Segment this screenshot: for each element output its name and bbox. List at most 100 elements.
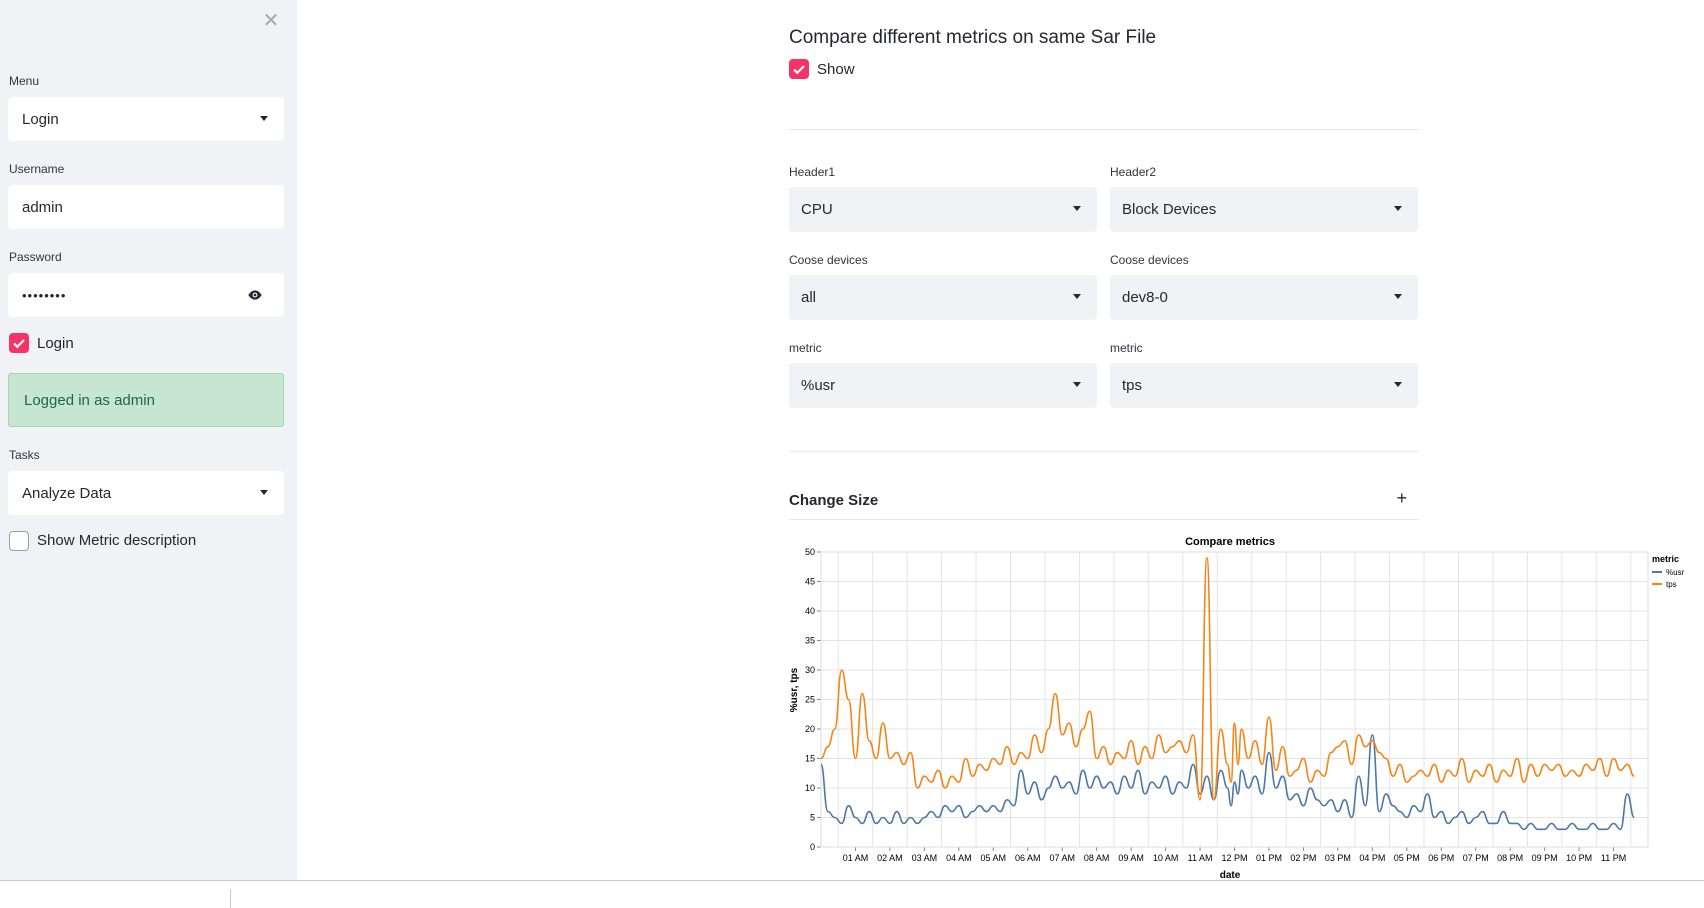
x-tick-label: 01 PM bbox=[1256, 853, 1282, 863]
y-tick-label: 35 bbox=[805, 636, 815, 646]
close-sidebar-icon[interactable]: ✕ bbox=[262, 11, 280, 31]
x-tick-label: 02 PM bbox=[1290, 853, 1316, 863]
x-tick-label: 07 AM bbox=[1049, 853, 1075, 863]
password-field[interactable]: •••••••• bbox=[8, 273, 284, 317]
menu-select-value: Login bbox=[22, 110, 59, 128]
login-checkbox-label: Login bbox=[37, 335, 74, 352]
y-tick-label: 25 bbox=[805, 695, 815, 705]
chart-axes: 0 5 10 15 20 25 30 35 40 45 50 01 AM 02 AM 03 AM 04 AM… bbox=[805, 547, 1649, 863]
username-field[interactable]: admin bbox=[8, 185, 284, 229]
sidebar: ✕ Menu Login Username admin Password •••… bbox=[0, 0, 297, 880]
legend-label: %usr bbox=[1666, 568, 1685, 577]
x-tick-label: 02 AM bbox=[877, 853, 903, 863]
x-tick-label: 09 PM bbox=[1532, 853, 1558, 863]
header2-label: Header2 bbox=[1110, 165, 1157, 179]
x-tick-label: 11 PM bbox=[1601, 853, 1626, 863]
legend-title: metric bbox=[1652, 554, 1679, 564]
chart-legend: metric %usr tps bbox=[1652, 554, 1685, 589]
tasks-select-value: Analyze Data bbox=[22, 484, 112, 502]
x-axis-title: date bbox=[1220, 870, 1241, 880]
x-tick-label: 10 PM bbox=[1566, 853, 1592, 863]
chevron-down-icon bbox=[1394, 382, 1402, 387]
x-tick-label: 04 AM bbox=[946, 853, 972, 863]
devices1-label: Coose devices bbox=[789, 253, 868, 267]
menu-label: Menu bbox=[9, 74, 40, 88]
metric1-value: %usr bbox=[801, 377, 836, 394]
y-tick-label: 10 bbox=[805, 783, 815, 793]
divider bbox=[789, 129, 1419, 130]
divider bbox=[789, 451, 1419, 452]
header1-label: Header1 bbox=[789, 165, 836, 179]
x-tick-label: 08 AM bbox=[1084, 853, 1110, 863]
header2-value: Block Devices bbox=[1122, 201, 1217, 218]
y-tick-label: 15 bbox=[805, 754, 815, 764]
metric2-value: tps bbox=[1122, 377, 1143, 394]
login-checkbox[interactable] bbox=[9, 333, 29, 353]
x-tick-label: 06 PM bbox=[1428, 853, 1454, 863]
show-checkbox[interactable] bbox=[789, 59, 809, 79]
x-tick-label: 11 AM bbox=[1188, 853, 1213, 863]
chevron-down-icon bbox=[260, 490, 268, 495]
x-tick-label: 12 PM bbox=[1221, 853, 1247, 863]
x-tick-label: 06 AM bbox=[1015, 853, 1041, 863]
password-value: •••••••• bbox=[22, 287, 67, 303]
metric2-select[interactable]: tps bbox=[1110, 363, 1418, 408]
menu-select[interactable]: Login bbox=[8, 97, 284, 141]
chevron-down-icon bbox=[1073, 382, 1081, 387]
x-tick-label: 05 PM bbox=[1394, 853, 1420, 863]
y-axis-title: %usr, tps bbox=[789, 667, 800, 712]
x-tick-label: 05 AM bbox=[981, 853, 1007, 863]
check-icon bbox=[13, 339, 25, 349]
password-label: Password bbox=[9, 250, 62, 264]
x-tick-label: 07 PM bbox=[1463, 853, 1489, 863]
chevron-down-icon bbox=[260, 116, 268, 121]
chevron-down-icon bbox=[1394, 294, 1402, 299]
plus-icon[interactable]: + bbox=[1396, 488, 1407, 509]
y-tick-label: 30 bbox=[805, 665, 815, 675]
x-tick-label: 04 PM bbox=[1359, 853, 1385, 863]
x-tick-label: 03 AM bbox=[912, 853, 938, 863]
metric-description-label: Show Metric description bbox=[37, 532, 197, 549]
x-tick-label: 09 AM bbox=[1118, 853, 1144, 863]
y-tick-label: 40 bbox=[805, 606, 815, 616]
devices1-value: all bbox=[801, 289, 817, 306]
x-tick-label: 10 AM bbox=[1153, 853, 1179, 863]
username-label: Username bbox=[9, 162, 65, 176]
y-tick-label: 20 bbox=[805, 724, 815, 734]
devices1-select[interactable]: all bbox=[789, 275, 1097, 320]
chevron-down-icon bbox=[1073, 206, 1081, 211]
y-tick-label: 5 bbox=[810, 813, 815, 823]
eye-icon[interactable] bbox=[246, 287, 264, 303]
success-message: Logged in as admin bbox=[24, 392, 155, 409]
chart-grid bbox=[821, 551, 1648, 848]
y-tick-label: 45 bbox=[805, 577, 815, 587]
chevron-down-icon bbox=[1394, 206, 1402, 211]
metric-description-checkbox[interactable] bbox=[9, 531, 29, 551]
tasks-select[interactable]: Analyze Data bbox=[8, 471, 284, 515]
chart-lines bbox=[820, 557, 1635, 831]
page-title: Compare different metrics on same Sar Fi… bbox=[789, 27, 1157, 48]
y-tick-label: 50 bbox=[805, 547, 815, 557]
devices2-select[interactable]: dev8-0 bbox=[1110, 275, 1418, 320]
change-size-expander[interactable]: Change Size + bbox=[789, 484, 1419, 520]
metric2-label: metric bbox=[1110, 341, 1143, 355]
metric1-label: metric bbox=[789, 341, 822, 355]
check-icon bbox=[793, 65, 805, 75]
header1-select[interactable]: CPU bbox=[789, 187, 1097, 232]
x-tick-label: 08 PM bbox=[1497, 853, 1523, 863]
status-bar bbox=[0, 880, 1704, 908]
chart-title: Compare metrics bbox=[1185, 536, 1275, 548]
compare-metrics-chart: Compare metrics 0 5 10 15 20 25 30 35 40 45 50 01 A… bbox=[789, 536, 1685, 880]
expander-title: Change Size bbox=[789, 492, 879, 509]
x-tick-label: 03 PM bbox=[1325, 853, 1351, 863]
x-tick-label: 01 AM bbox=[843, 853, 869, 863]
success-alert: Logged in as admin bbox=[8, 373, 284, 427]
divider bbox=[230, 889, 231, 908]
chevron-down-icon bbox=[1073, 294, 1081, 299]
metric1-select[interactable]: %usr bbox=[789, 363, 1097, 408]
header2-select[interactable]: Block Devices bbox=[1110, 187, 1418, 232]
devices2-label: Coose devices bbox=[1110, 253, 1189, 267]
tasks-label: Tasks bbox=[9, 448, 40, 462]
series-line-tps bbox=[820, 557, 1635, 801]
header1-value: CPU bbox=[801, 201, 833, 218]
